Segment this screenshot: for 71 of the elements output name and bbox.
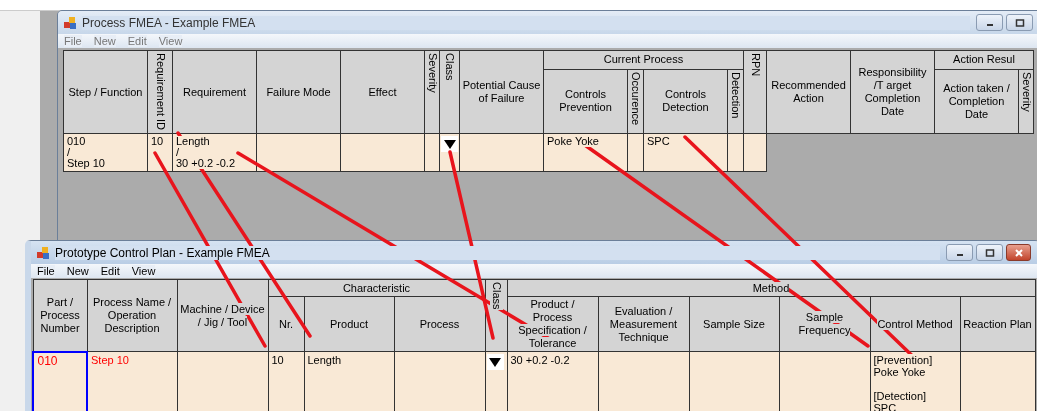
column-header: Machine / Device / Jig / Tool (177, 279, 268, 352)
menu-item[interactable]: Edit (127, 35, 147, 47)
column-header: Action taken / Completion Date (934, 69, 1019, 134)
table-cell[interactable] (459, 133, 544, 172)
column-header: Class (439, 50, 460, 134)
column-header: RPN (743, 50, 767, 134)
column-header: Process Name / Operation Description (87, 279, 177, 352)
cell-text: 10 (151, 136, 164, 148)
app-icon (64, 16, 76, 29)
column-header: Requirement ID (147, 50, 173, 134)
cell-text: 30 +0.2 -0.2 (510, 354, 570, 366)
column-header: Requirement (172, 50, 257, 134)
menu-item[interactable]: View (158, 35, 183, 47)
cell-text: Step 10 (91, 354, 129, 366)
column-header: Controls Detection (643, 69, 728, 134)
column-header: Evaluation / Measurement Technique (598, 296, 689, 352)
table-cell[interactable]: 10 (268, 351, 304, 411)
close-icon (1013, 248, 1024, 257)
menu-item[interactable]: File (64, 35, 82, 47)
column-header: Process (394, 296, 485, 352)
column-header: Reaction Plan (960, 296, 1035, 352)
column-group-header: Action Resul (934, 50, 1034, 69)
close-button[interactable] (1006, 244, 1031, 261)
column-header: Step / Function (63, 50, 148, 134)
column-group-header: Current Process (543, 50, 744, 69)
column-header: Sample Size (689, 296, 779, 352)
column-header: Responsibility /T arget Completion Date (850, 50, 935, 134)
minimize-button[interactable] (976, 14, 1003, 31)
column-group-header: Characteristic (268, 279, 485, 297)
menu-item[interactable]: New (66, 265, 89, 277)
minimize-button[interactable] (946, 244, 973, 261)
menu-item[interactable]: Edit (100, 265, 120, 277)
maximize-button[interactable] (1006, 14, 1033, 31)
table-cell[interactable]: Length (304, 351, 394, 411)
cell-text: 010 (37, 354, 58, 367)
table-cell[interactable] (256, 133, 341, 172)
column-header: Control Method (870, 296, 960, 352)
table-cell[interactable]: Length / 30 +0.2 -0.2 (172, 133, 257, 172)
cell-text: Poke Yoke (547, 136, 599, 148)
column-group-header: Method (507, 279, 1035, 297)
table-cell[interactable] (689, 351, 779, 411)
column-header: Product / Process Specification / Tolerance (507, 296, 598, 352)
table-cell[interactable] (394, 351, 485, 411)
column-header: Controls Prevention (543, 69, 628, 134)
column-header: Effect (340, 50, 425, 134)
cell-text: Length / 30 +0.2 -0.2 (176, 136, 236, 170)
table-cell[interactable]: 010 / Step 10 (63, 133, 148, 172)
maximize-button[interactable] (976, 244, 1003, 261)
column-header: Recommended Action (766, 50, 851, 134)
cell-text: SPC (647, 136, 670, 148)
cell-text: Length (307, 354, 342, 366)
window-title: Prototype Control Plan - Example FMEA (55, 245, 940, 260)
app-icon (37, 246, 49, 259)
column-header: Part / Process Number (33, 279, 87, 352)
column-header: Potential Cause of Failure (459, 50, 544, 134)
cell-text: 010 / Step 10 (67, 136, 105, 170)
maximize-icon (1014, 18, 1025, 27)
menu-item[interactable]: File (37, 265, 55, 277)
table-cell[interactable] (340, 133, 425, 172)
window-title: Process FMEA - Example FMEA (82, 15, 970, 30)
table-cell[interactable] (177, 351, 268, 411)
cell-text: 10 (271, 354, 284, 366)
table-cell[interactable]: 30 +0.2 -0.2 (507, 351, 598, 411)
maximize-icon (984, 248, 995, 257)
column-header: Product (304, 296, 394, 352)
table-cell[interactable] (779, 351, 870, 411)
table-cell[interactable] (598, 351, 689, 411)
column-header: Failure Mode (256, 50, 341, 134)
menu-item[interactable]: New (93, 35, 116, 47)
table-cell[interactable] (960, 351, 1035, 411)
menu-item[interactable]: View (131, 265, 156, 277)
